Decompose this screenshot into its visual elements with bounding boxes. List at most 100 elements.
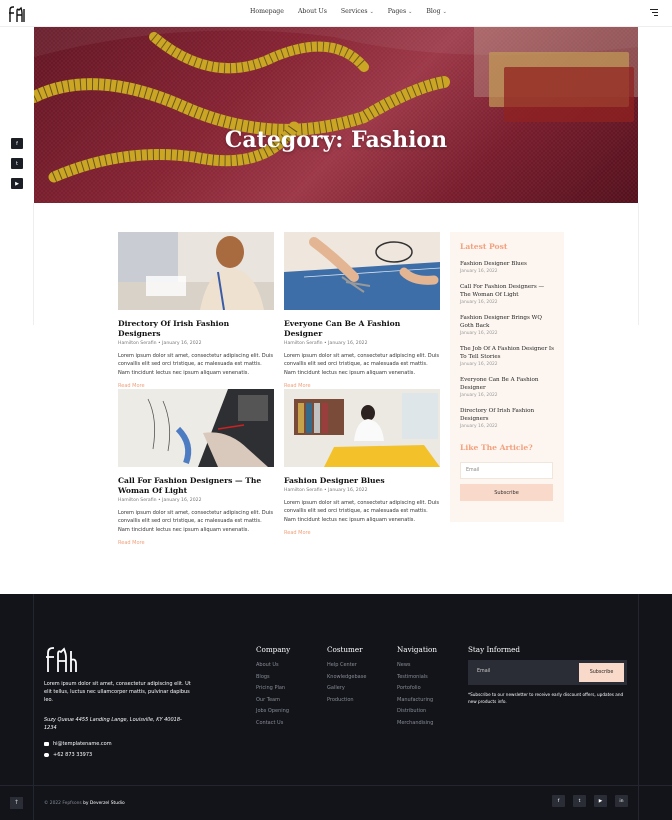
frame-line-right <box>638 203 639 325</box>
latest-post-item[interactable]: Fashion Designer Blues January 16, 2022 <box>460 260 554 274</box>
post-thumbnail[interactable] <box>284 389 440 467</box>
footer-link[interactable]: About Us <box>256 662 290 668</box>
post-card: Call For Fashion Designers — The Woman O… <box>118 389 274 546</box>
latest-post-item[interactable]: Everyone Can Be A Fashion Designer Janua… <box>460 376 554 398</box>
read-more-link[interactable]: Read More <box>284 530 440 536</box>
footer-link[interactable]: Blogs <box>256 674 290 680</box>
subscribe-button[interactable]: Subscribe <box>460 484 553 501</box>
sidebar: Latest Post Fashion Designer Blues Janua… <box>450 232 564 522</box>
chevron-down-icon: ⌄ <box>442 8 447 15</box>
footer-link[interactable]: Contact Us <box>256 720 290 726</box>
post-excerpt: Lorem ipsum dolor sit amet, consectetur … <box>118 353 273 376</box>
chevron-down-icon: ⌄ <box>369 8 374 15</box>
nav-item-services[interactable]: Services ⌄ <box>341 8 374 15</box>
frame-line-left <box>33 203 34 325</box>
twitter-icon[interactable]: t <box>573 795 586 807</box>
post-meta: Hamilton Serafin • January 16, 2022 <box>118 498 202 503</box>
nav-item-pages[interactable]: Pages ⌄ <box>388 8 413 15</box>
latest-post-date: January 16, 2022 <box>460 331 498 336</box>
latest-post-date: January 16, 2022 <box>460 424 498 429</box>
footer-link[interactable]: Gallery <box>327 685 366 691</box>
footer-link[interactable]: Merchandising <box>397 720 437 726</box>
post-meta: Hamilton Serafin • January 16, 2022 <box>284 341 368 346</box>
footer-link[interactable]: Testimonials <box>397 674 437 680</box>
read-more-link[interactable]: Read More <box>118 383 274 389</box>
back-to-top-button[interactable]: 🡑 <box>10 797 23 809</box>
latest-post-title: The Job Of A Fashion Designer Is To Tell… <box>460 346 554 360</box>
footer-column-navigation: Navigation News Testimonials Portofolio … <box>397 645 437 732</box>
footer-link[interactable]: Our Team <box>256 697 290 703</box>
post-excerpt: Lorem ipsum dolor sit amet, consectetur … <box>118 510 273 533</box>
footer-link[interactable]: Pricing Plan <box>256 685 290 691</box>
newsletter-email-input[interactable]: Email <box>477 669 490 674</box>
latest-post-item[interactable]: Fashion Designer Brings WQ Goth Back Jan… <box>460 314 554 336</box>
copyright-studio-link[interactable]: by Deverzel Studio <box>83 801 125 806</box>
nav-item-about-us[interactable]: About Us <box>298 8 327 15</box>
latest-post-heading: Latest Post <box>460 242 508 251</box>
email-field[interactable]: Email <box>460 462 553 479</box>
post-thumbnail[interactable] <box>118 232 274 310</box>
brand-logo[interactable] <box>7 4 27 24</box>
latest-post-date: January 16, 2022 <box>460 300 498 305</box>
latest-post-item[interactable]: Directory Of Irish Fashion Designers Jan… <box>460 407 554 429</box>
post-thumbnail[interactable] <box>284 232 440 310</box>
twitter-icon[interactable]: t <box>11 158 23 169</box>
footer-brand-logo[interactable] <box>44 644 78 674</box>
post-card: Fashion Designer Blues Hamilton Serafin … <box>284 389 440 536</box>
latest-post-title: Directory Of Irish Fashion Designers <box>460 408 535 422</box>
facebook-icon[interactable]: f <box>11 138 23 149</box>
footer-link[interactable]: Distribution <box>397 708 437 714</box>
youtube-icon[interactable]: ▶ <box>11 178 23 189</box>
post-title[interactable]: Fashion Designer Blues <box>284 476 440 486</box>
nav-item-homepage[interactable]: Homepage <box>250 8 284 15</box>
latest-post-item[interactable]: Call For Fashion Designers — The Woman O… <box>460 283 554 305</box>
facebook-icon[interactable]: f <box>552 795 565 807</box>
phone-contact[interactable]: +62 873 33973 <box>44 752 112 758</box>
linkedin-icon[interactable]: in <box>615 795 628 807</box>
read-more-link[interactable]: Read More <box>284 383 440 389</box>
nav-label: Blog <box>426 8 441 15</box>
main-nav: Homepage About Us Services ⌄ Pages ⌄ Blog ⌄ <box>250 8 447 15</box>
footer-link[interactable]: Jobs Opening <box>256 708 290 714</box>
nav-label: About Us <box>297 8 327 15</box>
footer-divider <box>0 785 672 786</box>
footer-link[interactable]: Production <box>327 697 366 703</box>
email-text: hi@templatename.com <box>53 741 112 747</box>
footer-about-text: Lorem ipsum dolor sit amet, consectetur … <box>44 681 191 703</box>
footer-link[interactable]: Portofolio <box>397 685 437 691</box>
nav-label: Pages <box>387 8 407 15</box>
post-meta: Hamilton Serafin • January 16, 2022 <box>284 488 368 493</box>
copyright: © 2022 Fepfsons by Deverzel Studio <box>44 801 125 806</box>
latest-post-title: Call For Fashion Designers — The Woman O… <box>460 284 545 298</box>
newsletter-subscribe-button[interactable]: Subscribe <box>579 663 624 682</box>
latest-post-title: Fashion Designer Brings WQ Goth Back <box>460 315 542 329</box>
footer-column-heading: Stay Informed <box>468 645 521 654</box>
footer-link[interactable]: Manufacturing <box>397 697 437 703</box>
post-title[interactable]: Call For Fashion Designers — The Woman O… <box>118 476 274 496</box>
nav-item-blog[interactable]: Blog ⌄ <box>426 8 446 15</box>
footer-column-heading: Costumer <box>327 645 363 654</box>
post-title[interactable]: Everyone Can Be A Fashion Designer <box>284 319 440 339</box>
footer-column-costumer: Costumer Help Center Knowledgebase Galle… <box>327 645 366 708</box>
latest-post-title: Fashion Designer Blues <box>460 261 527 267</box>
youtube-icon[interactable]: ▶ <box>594 795 607 807</box>
phone-icon <box>44 753 49 757</box>
latest-post-date: January 16, 2022 <box>460 269 498 274</box>
latest-post-title: Everyone Can Be A Fashion Designer <box>460 377 539 391</box>
post-thumbnail[interactable] <box>118 389 274 467</box>
hamburger-menu-icon[interactable] <box>650 9 658 18</box>
read-more-link[interactable]: Read More <box>118 540 274 546</box>
footer-link[interactable]: Knowledgebase <box>327 674 366 680</box>
newsletter-form: Email Subscribe <box>468 660 627 685</box>
footer-address: Suzy Queue 4455 Landing Lange, Louisvill… <box>44 717 182 731</box>
frame-line-left <box>33 594 34 820</box>
footer-column-heading: Navigation <box>397 645 437 654</box>
hero-banner: Category: Fashion <box>34 27 638 203</box>
nav-label: Homepage <box>250 8 284 15</box>
post-title[interactable]: Directory Of Irish Fashion Designers <box>118 319 274 339</box>
footer-link[interactable]: Help Center <box>327 662 366 668</box>
email-contact[interactable]: hi@templatename.com <box>44 741 112 747</box>
post-excerpt: Lorem ipsum dolor sit amet, consectetur … <box>284 500 439 523</box>
latest-post-item[interactable]: The Job Of A Fashion Designer Is To Tell… <box>460 345 554 367</box>
footer-link[interactable]: News <box>397 662 437 668</box>
